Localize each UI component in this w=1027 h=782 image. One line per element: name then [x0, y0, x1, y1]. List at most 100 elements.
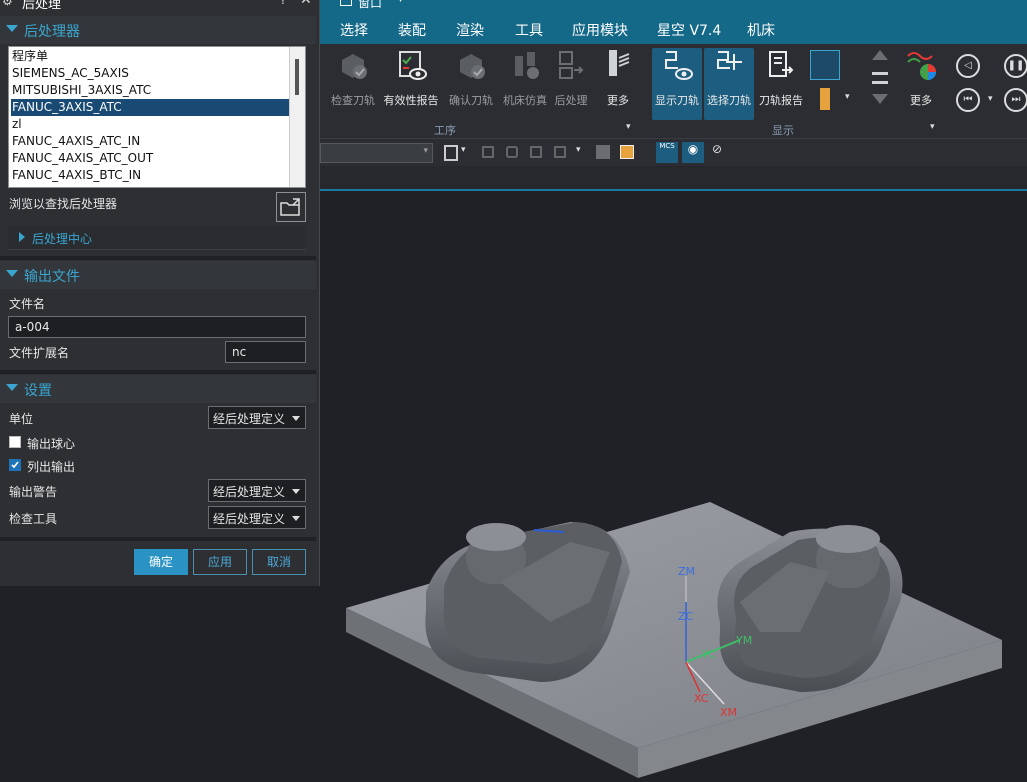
close-icon[interactable]: ✕: [300, 0, 312, 8]
select-toolpath-button[interactable]: 选择刀轨: [704, 48, 754, 120]
section-settings[interactable]: 设置: [0, 375, 316, 403]
postprocessor-list[interactable]: 程序单 SIEMENS_AC_5AXIS MITSUBISHI_3AXIS_AT…: [8, 46, 306, 188]
menu-xingkong[interactable]: 星空 V7.4: [657, 20, 721, 40]
wire-cube-icon[interactable]: [620, 145, 634, 159]
menu-app-modules[interactable]: 应用模块: [572, 20, 628, 40]
chevron-down-icon: ▾: [423, 146, 428, 156]
chevron-down-icon[interactable]: ▾: [988, 94, 993, 104]
chevron-down-icon: [292, 489, 300, 494]
section-output-title: 输出文件: [24, 269, 80, 285]
group-expand-icon[interactable]: ▾: [626, 122, 631, 132]
arrow-down-icon[interactable]: [872, 94, 888, 104]
layers-icon[interactable]: [872, 72, 888, 84]
menu-assembly[interactable]: 装配: [398, 20, 426, 40]
ok-button[interactable]: 确定: [134, 549, 188, 575]
hide-icon[interactable]: ⊘: [706, 142, 728, 163]
display-box-icon[interactable]: [810, 50, 840, 80]
axis-label-xm: XM: [720, 706, 737, 719]
show-toolpath-button[interactable]: 显示刀轨: [652, 48, 702, 120]
menu-render[interactable]: 渲染: [456, 20, 484, 40]
validity-report-label: 有效性报告: [383, 94, 439, 107]
chevron-down-icon[interactable]: ▾: [576, 145, 581, 155]
dialog-title: 后处理: [22, 0, 62, 12]
check-toolpath-label: 检查刀轨: [331, 94, 375, 107]
output-warning-select[interactable]: 经后处理定义: [208, 479, 306, 502]
validity-report-icon: [399, 51, 427, 80]
pause-icon[interactable]: ❚❚: [1004, 54, 1027, 78]
toolpath-report-button[interactable]: 刀轨报告: [756, 48, 806, 120]
more-label-process: 更多: [607, 94, 629, 107]
window-icon[interactable]: [340, 0, 352, 6]
postprocess-button[interactable]: 后处理: [550, 48, 592, 120]
list-item[interactable]: SIEMENS_AC_5AXIS: [11, 65, 291, 82]
eye-icon[interactable]: ◉: [682, 142, 704, 163]
selection-filter-icon[interactable]: [444, 145, 458, 161]
output-warning-label: 输出警告: [9, 485, 58, 499]
select-frame-icon[interactable]: [482, 146, 494, 158]
section-divider: [0, 537, 316, 541]
scroll-thumb[interactable]: [295, 59, 299, 95]
cancel-button[interactable]: 取消: [252, 549, 306, 575]
axis-label-zc: ZC: [678, 610, 694, 623]
check-toolpath-button[interactable]: 检查刀轨: [328, 48, 378, 120]
select-region-icon[interactable]: [554, 146, 566, 158]
section-postprocessor-title: 后处理器: [24, 24, 80, 40]
post-center-row[interactable]: 后处理中心: [8, 226, 306, 250]
more-button-display[interactable]: 更多: [900, 48, 942, 120]
menu-machine[interactable]: 机床: [747, 20, 775, 40]
ball-center-label: 输出球心: [27, 437, 76, 451]
list-output-checkbox[interactable]: [9, 459, 21, 471]
shaded-cube-icon[interactable]: [596, 145, 610, 159]
menu-tools[interactable]: 工具: [515, 20, 543, 40]
list-item[interactable]: FANUC_4AXIS_ATC_OUT: [11, 150, 291, 167]
tab-strip: [320, 166, 1027, 191]
prev-icon[interactable]: ◁: [956, 54, 980, 78]
confirm-toolpath-label: 确认刀轨: [449, 94, 493, 107]
last-frame-icon[interactable]: ⏭: [1004, 88, 1027, 112]
arrow-up-icon[interactable]: [872, 50, 888, 60]
section-postprocessor[interactable]: 后处理器: [0, 16, 316, 44]
select-polygon-icon[interactable]: [506, 146, 518, 158]
section-divider: [0, 256, 316, 260]
select-solid-icon[interactable]: [530, 146, 542, 158]
confirm-toolpath-button[interactable]: 确认刀轨: [446, 48, 496, 120]
menu-select[interactable]: 选择: [340, 20, 368, 40]
machine-sim-button[interactable]: 机床仿真: [500, 48, 550, 120]
validity-report-button[interactable]: 有效性报告: [382, 48, 440, 120]
check-tool-select[interactable]: 经后处理定义: [208, 506, 306, 529]
list-item[interactable]: MITSUBISHI_3AXIS_ATC: [11, 82, 291, 99]
show-toolpath-icon: [665, 51, 693, 80]
browse-folder-button[interactable]: [276, 192, 306, 222]
list-item[interactable]: 程序单: [11, 48, 291, 65]
chevron-down-icon[interactable]: ▾: [398, 0, 403, 5]
list-item[interactable]: FANUC_4AXIS_BTC_IN: [11, 167, 291, 184]
ball-center-checkbox[interactable]: [9, 436, 21, 448]
collapse-triangle-icon: [6, 25, 18, 32]
check-toolpath-icon: [342, 54, 367, 79]
chevron-down-icon[interactable]: ▾: [845, 92, 850, 102]
first-frame-icon[interactable]: ⏮: [956, 88, 980, 112]
list-scrollbar[interactable]: [289, 47, 305, 187]
extension-input[interactable]: nc: [225, 341, 306, 363]
show-toolpath-label: 显示刀轨: [655, 94, 699, 107]
group-expand-icon[interactable]: ▾: [930, 122, 935, 132]
drill-tool-icon[interactable]: [820, 88, 830, 110]
more-button-process[interactable]: 更多: [600, 48, 636, 120]
check-tool-label: 检查工具: [9, 512, 58, 526]
filter-dropdown[interactable]: ▾: [320, 143, 433, 163]
list-item[interactable]: FANUC_4AXIS_ATC_IN: [11, 133, 291, 150]
window-menu[interactable]: 窗口: [358, 0, 382, 11]
axis-label-ym: YM: [735, 634, 752, 647]
open-folder-icon: [280, 198, 300, 216]
list-item-selected[interactable]: FANUC_3AXIS_ATC: [11, 99, 291, 116]
apply-button[interactable]: 应用: [193, 549, 247, 575]
unit-select[interactable]: 经后处理定义: [208, 406, 306, 429]
mcs-visibility-icon[interactable]: MCS: [656, 142, 678, 163]
filename-input[interactable]: a-004: [8, 316, 306, 338]
check-tool-value: 经后处理定义: [213, 512, 286, 526]
help-icon[interactable]: ?: [280, 0, 286, 7]
graphics-viewport[interactable]: ZM ZC YM YC XC XM: [320, 192, 1027, 778]
list-item[interactable]: zl: [11, 116, 291, 133]
section-output-file[interactable]: 输出文件: [0, 261, 316, 289]
chevron-down-icon[interactable]: ▾: [461, 145, 466, 155]
